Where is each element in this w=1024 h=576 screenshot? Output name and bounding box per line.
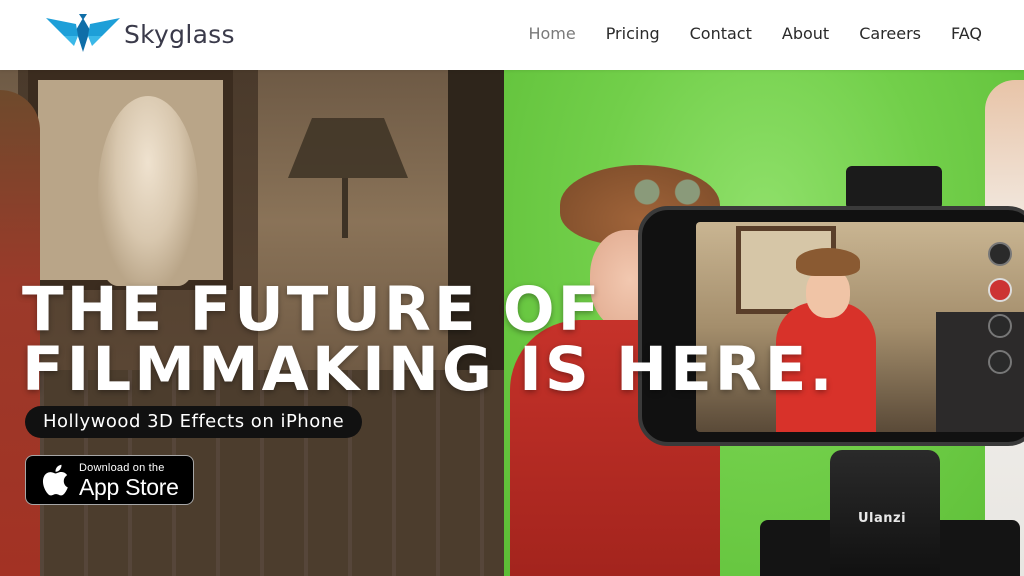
nav-item-careers[interactable]: Careers	[859, 24, 921, 43]
camera-switch-icon	[988, 314, 1012, 338]
hero-title: THE FUTURE OF FILMMAKING IS HERE.	[22, 274, 836, 405]
apple-icon	[42, 464, 68, 496]
camera-controls	[988, 242, 1012, 374]
main-nav: Home Pricing Contact About Careers FAQ	[528, 24, 982, 43]
app-store-big-label: App Store	[79, 473, 179, 500]
tripod-brand-label: Ulanzi	[858, 511, 907, 526]
wall-sconce-arm	[342, 178, 348, 238]
settings-icon	[988, 350, 1012, 374]
app-store-button[interactable]: Download on the App Store	[25, 455, 194, 505]
brand-name: Skyglass	[124, 19, 235, 49]
hero-title-line-1: THE FUTURE OF	[22, 274, 603, 345]
skyglass-logo-icon	[46, 14, 120, 52]
app-store-text: Download on the App Store	[79, 462, 179, 499]
nav-item-about[interactable]: About	[782, 24, 829, 43]
presenter-goggles	[620, 178, 710, 206]
portrait-figure	[98, 96, 198, 286]
nav-item-faq[interactable]: FAQ	[951, 24, 982, 43]
record-icon	[988, 278, 1012, 302]
wall-sconce	[288, 118, 408, 178]
nav-item-contact[interactable]: Contact	[690, 24, 752, 43]
nav-item-home[interactable]: Home	[528, 24, 575, 43]
brand-logo[interactable]: Skyglass	[46, 14, 235, 54]
site-header: Skyglass Home Pricing Contact About Care…	[0, 0, 1024, 70]
preview-presenter-hat	[796, 248, 860, 276]
portrait-painting	[28, 70, 233, 290]
camera-mode-icon	[988, 242, 1012, 266]
nav-item-pricing[interactable]: Pricing	[606, 24, 660, 43]
hero-tagline: Hollywood 3D Effects on iPhone	[25, 406, 363, 438]
app-store-small-label: Download on the	[79, 461, 165, 474]
phone-mount-top	[846, 166, 942, 210]
hero-title-line-2: FILMMAKING IS HERE.	[22, 334, 836, 405]
hero-section: Ulanzi THE FUTURE OF FILMMAKING IS HERE.…	[0, 70, 1024, 576]
